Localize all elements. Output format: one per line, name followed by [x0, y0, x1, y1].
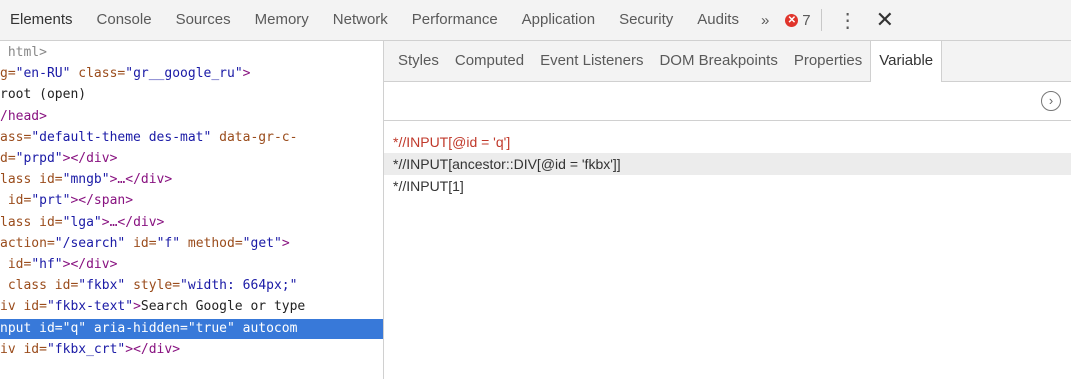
code-token: >…</div> — [109, 172, 173, 188]
xpath-item[interactable]: *//INPUT[1] — [384, 175, 1071, 197]
dom-node-line[interactable]: html> — [0, 43, 383, 63]
dom-node-line[interactable]: lass id="mngb">…</div> — [0, 170, 383, 190]
dom-node-line[interactable]: root (open) — [0, 85, 383, 105]
dom-node-line[interactable]: id="prt"></span> — [0, 191, 383, 211]
code-token: id= — [0, 257, 32, 272]
code-token: iv id= — [0, 341, 47, 357]
code-token: class id= — [0, 278, 79, 294]
code-token: class= — [70, 66, 126, 82]
code-token: "gr__google_ru" — [125, 66, 243, 82]
code-token: > — [242, 66, 251, 82]
code-token: ></div> — [125, 341, 181, 357]
error-counter[interactable]: ✕ 7 — [779, 12, 816, 29]
code-token: "fkbx_crt" — [46, 341, 126, 357]
code-token: "prt" — [31, 193, 71, 209]
code-token: > — [281, 235, 290, 251]
dom-node-selected[interactable]: nput id="q" aria-hidden="true" autocom — [0, 318, 383, 339]
tab-elements[interactable]: Elements — [0, 0, 85, 40]
code-token: > — [133, 299, 141, 315]
tab-application[interactable]: Application — [510, 0, 607, 40]
code-token: id= — [0, 193, 32, 209]
tab-console[interactable]: Console — [85, 0, 164, 40]
tab-event-listeners[interactable]: Event Listeners — [532, 41, 651, 81]
code-token: "fkbx" — [78, 278, 126, 294]
tab-styles[interactable]: Styles — [384, 41, 447, 81]
dom-node-line[interactable]: iv id="fkbx-text">Search Google or type — [0, 297, 383, 317]
code-token: html> — [0, 45, 47, 60]
tab-computed[interactable]: Computed — [447, 41, 532, 81]
code-token: id= — [125, 235, 157, 251]
code-token: "/search" — [54, 235, 126, 251]
code-token: "f" — [156, 235, 181, 251]
code-token: "mngb" — [62, 172, 110, 188]
tab-memory[interactable]: Memory — [243, 0, 321, 40]
close-icon[interactable]: ✕ — [868, 7, 904, 33]
code-token: g= — [0, 66, 16, 82]
code-token: "en-RU" — [15, 66, 71, 82]
code-token: data-gr-c- — [211, 129, 298, 145]
tab-sources[interactable]: Sources — [164, 0, 243, 40]
code-token: lass id= — [0, 172, 63, 188]
tab-variable[interactable]: Variable — [870, 41, 943, 82]
dom-node-line[interactable]: ass="default-theme des-mat" data-gr-c- — [0, 128, 383, 148]
toolbar-divider — [820, 9, 822, 31]
tab-network[interactable]: Network — [321, 0, 400, 40]
code-token: "prpd" — [15, 151, 63, 166]
xpath-item[interactable]: *//INPUT[@id = 'q'] — [384, 131, 1071, 153]
code-token: ></div> — [62, 257, 118, 272]
code-token: "default-theme des-mat" — [31, 129, 212, 145]
code-token: ass= — [0, 129, 32, 145]
dom-node-line[interactable]: class id="fkbx" style="width: 664px;" — [0, 276, 383, 296]
code-token: "get" — [242, 235, 282, 251]
dom-tree-panel[interactable]: html> g="en-RU" class="gr__google_ru"> roo… — [0, 41, 384, 379]
code-token: "lga" — [62, 214, 102, 230]
sidebar-tabs: Styles Computed Event Listeners DOM Brea… — [384, 41, 1071, 82]
code-token: ></span> — [70, 193, 134, 209]
xpath-item[interactable]: *//INPUT[ancestor::DIV[@id = 'fkbx']] — [384, 153, 1071, 175]
dom-node-line[interactable]: id="hf"></div> — [0, 255, 383, 275]
sidebar-panel: Styles Computed Event Listeners DOM Brea… — [384, 41, 1071, 379]
more-tabs-button[interactable]: » — [751, 12, 779, 29]
dom-node-line[interactable]: /head> — [0, 107, 383, 127]
code-token: /head> — [0, 108, 47, 124]
code-token: method= — [180, 235, 243, 251]
dom-node-line[interactable]: iv id="fkbx_crt"></div> — [0, 340, 383, 360]
code-token: d= — [0, 151, 16, 166]
code-token: Search Google or type — [140, 299, 306, 315]
dom-node-line[interactable]: g="en-RU" class="gr__google_ru"> — [0, 64, 383, 84]
kebab-menu-icon[interactable]: ⋮ — [828, 8, 868, 33]
error-circle-icon: ✕ — [785, 13, 799, 27]
tab-security[interactable]: Security — [607, 0, 685, 40]
error-count: 7 — [802, 11, 811, 29]
code-token: "hf" — [31, 257, 63, 272]
dom-node-line[interactable]: lass id="lga">…</div> — [0, 213, 383, 233]
devtools-toolbar: Elements Console Sources Memory Network … — [0, 0, 1071, 41]
code-token: ></div> — [62, 151, 118, 166]
next-circle-icon[interactable]: › — [1041, 91, 1061, 111]
tab-properties[interactable]: Properties — [786, 41, 870, 81]
code-token: "fkbx-text" — [46, 299, 134, 315]
tab-dom-breakpoints[interactable]: DOM Breakpoints — [651, 41, 785, 81]
code-token: >…</div> — [101, 214, 165, 230]
tab-performance[interactable]: Performance — [400, 0, 510, 40]
code-token: root (open) — [0, 87, 87, 103]
tab-audits[interactable]: Audits — [685, 0, 751, 40]
code-token: "width: 664px;" — [180, 278, 298, 294]
code-token: iv id= — [0, 299, 47, 315]
sidebar-toolbar: › — [384, 82, 1071, 121]
dom-node-line[interactable]: action="/search" id="f" method="get"> — [0, 234, 383, 254]
code-token: nput id="q" aria-hidden="true" autocom — [0, 320, 298, 336]
code-token: style= — [125, 278, 181, 294]
dom-node-line[interactable]: d="prpd"></div> — [0, 149, 383, 169]
code-token: lass id= — [0, 214, 63, 230]
code-token: action= — [0, 235, 55, 251]
